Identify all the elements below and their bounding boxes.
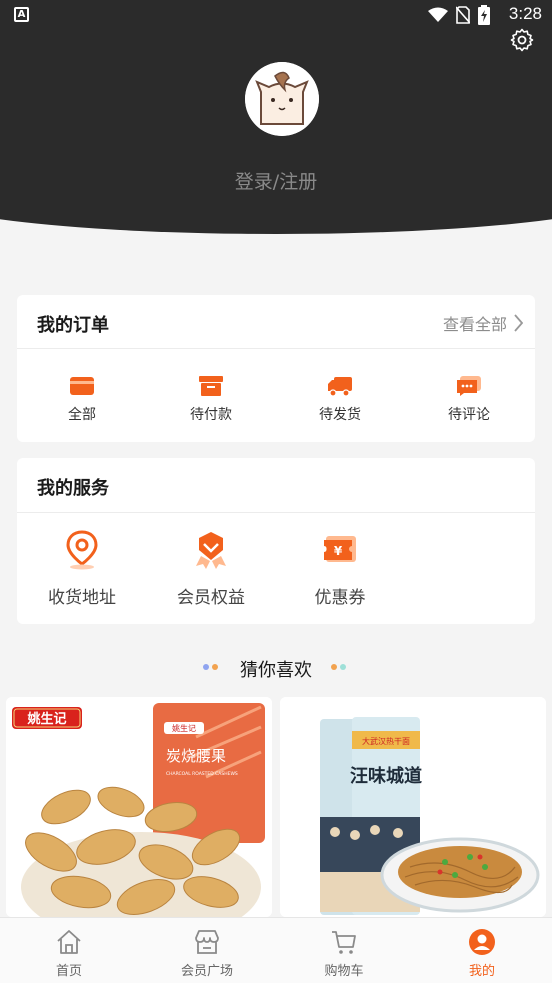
services-divider bbox=[17, 512, 535, 513]
status-time: 3:28 bbox=[508, 4, 542, 23]
wallet-icon bbox=[70, 377, 94, 395]
home-icon bbox=[57, 930, 81, 954]
service-membership-label: 会员权益 bbox=[177, 588, 245, 608]
view-all-orders-link[interactable]: 查看全部 bbox=[443, 311, 523, 335]
order-all-button[interactable]: 全部 bbox=[37, 375, 127, 424]
tab-cart-label: 购物车 bbox=[324, 964, 364, 979]
battery-icon bbox=[478, 5, 490, 25]
comment-icon bbox=[457, 376, 481, 396]
bottom-tab-bar: 首页 会员广场 购物车 我的 bbox=[0, 917, 552, 983]
service-coupon-button[interactable]: ¥ 优惠券 bbox=[285, 530, 395, 608]
status-indicator: A bbox=[14, 7, 29, 22]
coupon-icon: ¥ bbox=[324, 536, 356, 562]
settings-gear-icon[interactable] bbox=[510, 28, 534, 52]
tab-home[interactable]: 首页 bbox=[19, 928, 119, 979]
right-decoration-dots bbox=[331, 664, 346, 670]
order-pending-shipment-label: 待发货 bbox=[319, 407, 361, 423]
product-card-noodles[interactable]: 大武汉热干面 汪味城道 bbox=[280, 697, 546, 917]
order-pending-payment-button[interactable]: 待付款 bbox=[166, 375, 256, 424]
tab-member-plaza[interactable]: 会员广场 bbox=[157, 928, 257, 979]
truck-icon bbox=[328, 377, 352, 397]
bag-brand-text: 姚生记 bbox=[172, 723, 196, 733]
cashew-product-image: 姚生记 炭烧腰果 CHARCOAL ROASTED CASHEWS 姚生记 bbox=[6, 697, 272, 917]
recommend-title: 猜你喜欢 bbox=[240, 660, 312, 681]
services-title: 我的服务 bbox=[37, 478, 109, 499]
chevron-right-icon bbox=[514, 314, 523, 332]
order-pending-shipment-button[interactable]: 待发货 bbox=[295, 375, 385, 424]
tab-mine-label: 我的 bbox=[468, 964, 495, 979]
order-pending-review-button[interactable]: 待评论 bbox=[424, 375, 514, 424]
status-bar: A 3:28 bbox=[0, 0, 552, 30]
user-icon bbox=[469, 929, 495, 955]
avatar[interactable] bbox=[245, 62, 319, 136]
store-icon bbox=[195, 930, 219, 954]
service-membership-button[interactable]: 会员权益 bbox=[156, 530, 266, 608]
decoration-dot bbox=[340, 664, 346, 670]
order-all-label: 全部 bbox=[68, 407, 96, 423]
view-all-label: 查看全部 bbox=[442, 315, 507, 334]
brand-logo-text: 姚生记 bbox=[26, 711, 66, 727]
noodle-product-image: 大武汉热干面 汪味城道 bbox=[280, 697, 546, 917]
service-address-label: 收货地址 bbox=[48, 588, 116, 608]
tab-cart[interactable]: 购物车 bbox=[294, 928, 394, 979]
my-services-card: 我的服务 收货地址 会员权益 ¥ 优惠券 bbox=[17, 458, 535, 624]
box-icon bbox=[199, 376, 223, 396]
bag-product-name-en: CHARCOAL ROASTED CASHEWS bbox=[166, 771, 238, 777]
tab-home-label: 首页 bbox=[55, 964, 82, 979]
wifi-icon bbox=[428, 7, 448, 22]
login-register-link[interactable]: 登录/注册 bbox=[0, 167, 552, 194]
profile-header: A 3:28 登录/注册 bbox=[0, 0, 552, 235]
orders-title: 我的订单 bbox=[37, 315, 109, 336]
tab-member-plaza-label: 会员广场 bbox=[180, 964, 233, 979]
decoration-dot bbox=[331, 664, 337, 670]
badge-icon bbox=[196, 532, 226, 569]
product-card-cashews[interactable]: 姚生记 炭烧腰果 CHARCOAL ROASTED CASHEWS 姚生记 bbox=[6, 697, 272, 917]
cat-avatar-icon bbox=[245, 62, 319, 136]
cart-icon bbox=[332, 931, 356, 954]
my-orders-card: 我的订单 查看全部 全部 待付款 待发货 待评论 bbox=[17, 295, 535, 442]
tab-mine[interactable]: 我的 bbox=[432, 928, 532, 979]
location-icon bbox=[66, 530, 98, 570]
bag-product-name: 炭烧腰果 bbox=[166, 747, 226, 765]
order-pending-review-label: 待评论 bbox=[448, 407, 490, 423]
svg-text:¥: ¥ bbox=[334, 544, 343, 558]
package-title: 汪味城道 bbox=[350, 765, 422, 787]
service-coupon-label: 优惠券 bbox=[314, 588, 366, 608]
service-address-button[interactable]: 收货地址 bbox=[27, 530, 137, 608]
no-sim-icon bbox=[456, 6, 470, 24]
orders-divider bbox=[17, 348, 535, 349]
order-pending-payment-label: 待付款 bbox=[190, 407, 232, 423]
package-tagline: 大武汉热干面 bbox=[362, 736, 410, 746]
status-icons bbox=[428, 5, 490, 25]
